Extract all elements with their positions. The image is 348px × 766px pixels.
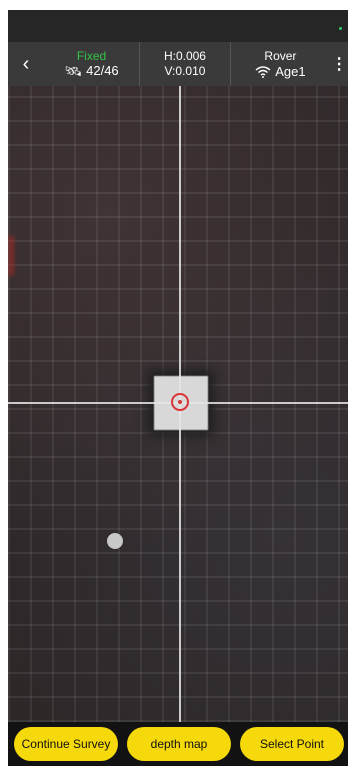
surveyed-point-marker[interactable]: [107, 533, 123, 549]
precision-readout: H:0.006 V:0.010: [140, 42, 229, 86]
chevron-left-icon: ‹: [22, 52, 30, 75]
back-button[interactable]: ‹: [8, 42, 44, 86]
more-vertical-icon: ⋮: [331, 56, 348, 73]
select-point-button[interactable]: Select Point: [240, 727, 344, 761]
vertical-precision: V:0.010: [164, 64, 206, 78]
rover-status: Rover Age1: [231, 42, 330, 86]
status-bar: [8, 10, 348, 42]
gnss-fix-status: Fixed 🛰 42/46: [44, 42, 139, 86]
more-options-button[interactable]: ⋮: [330, 42, 348, 86]
correction-age: Age1: [275, 64, 306, 79]
fix-status-label: Fixed: [76, 49, 107, 63]
map-texture-spot: [8, 236, 14, 276]
crosshair-center-dot: [178, 400, 182, 404]
horizontal-precision: H:0.006: [163, 49, 206, 63]
depth-map-button[interactable]: depth map: [127, 727, 231, 761]
satellite-icon: 🛰: [64, 63, 83, 79]
rover-mode-label: Rover: [264, 49, 297, 63]
map-view[interactable]: [8, 86, 348, 722]
correction-age-row: Age1: [255, 64, 306, 79]
top-toolbar: ‹ Fixed 🛰 42/46 H:0.006 V:0.010 Rover Ag…: [8, 42, 348, 86]
satellite-count: 42/46: [86, 63, 119, 78]
wifi-icon: [255, 65, 271, 78]
continue-survey-button[interactable]: Continue Survey: [14, 727, 118, 761]
status-indicator-dot: [339, 27, 342, 30]
satellite-count-row: 🛰 42/46: [64, 63, 118, 79]
bottom-action-bar: Continue Survey depth map Select Point: [8, 722, 348, 766]
